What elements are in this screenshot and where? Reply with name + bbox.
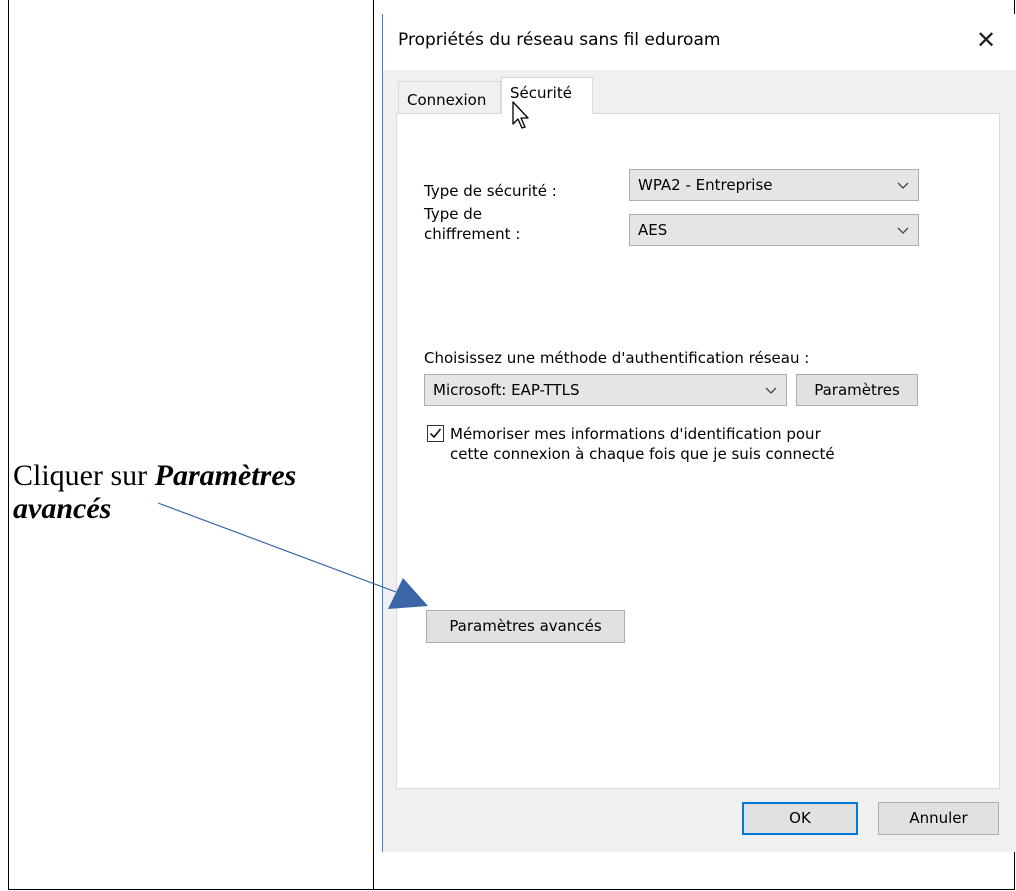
auth-method-label: Choisissez une méthode d'authentificatio… [424,349,810,367]
encryption-type-select[interactable]: AES [629,214,919,246]
dialog-title: Propriétés du réseau sans fil eduroam [398,30,721,50]
wireless-properties-dialog: Propriétés du réseau sans fil eduroam ✕ … [382,14,1016,852]
close-icon[interactable]: ✕ [969,23,1003,57]
remember-credentials-line1: Mémoriser mes informations d'identificat… [450,425,821,443]
encryption-type-label-2: chiffrement : [424,225,521,243]
encryption-type-label-1: Type de [424,205,482,223]
chevron-down-icon [896,175,910,199]
mouse-pointer-icon [511,100,533,134]
instruction-bold-1: Paramètres [154,459,297,492]
tab-connexion[interactable]: Connexion [398,81,501,114]
remember-credentials-line2: cette connexion à chaque fois que je sui… [450,445,835,463]
chevron-down-icon [764,380,778,404]
security-type-label: Type de sécurité : [424,182,557,200]
instruction-bold-2: avancés [13,492,112,525]
auth-settings-button[interactable]: Paramètres [796,374,918,406]
checkmark-icon [429,428,442,439]
security-tab-panel: Type de sécurité : WPA2 - Entreprise Typ… [396,113,1000,789]
auth-method-value: Microsoft: EAP-TTLS [433,381,580,399]
remember-credentials-checkbox[interactable] [427,425,444,442]
advanced-settings-button[interactable]: Paramètres avancés [426,610,625,643]
cancel-button[interactable]: Annuler [878,802,999,835]
ok-button[interactable]: OK [742,802,858,835]
encryption-type-value: AES [638,221,668,239]
security-type-select[interactable]: WPA2 - Entreprise [629,169,919,201]
security-type-value: WPA2 - Entreprise [638,176,773,194]
instruction-prefix: Cliquer sur [13,459,155,492]
chevron-down-icon [896,220,910,244]
auth-method-select[interactable]: Microsoft: EAP-TTLS [424,374,787,406]
table-column-divider [373,0,374,890]
instruction-text: Cliquer sur Paramètres avancés [13,459,353,525]
dialog-titlebar: Propriétés du réseau sans fil eduroam ✕ [383,14,1016,70]
